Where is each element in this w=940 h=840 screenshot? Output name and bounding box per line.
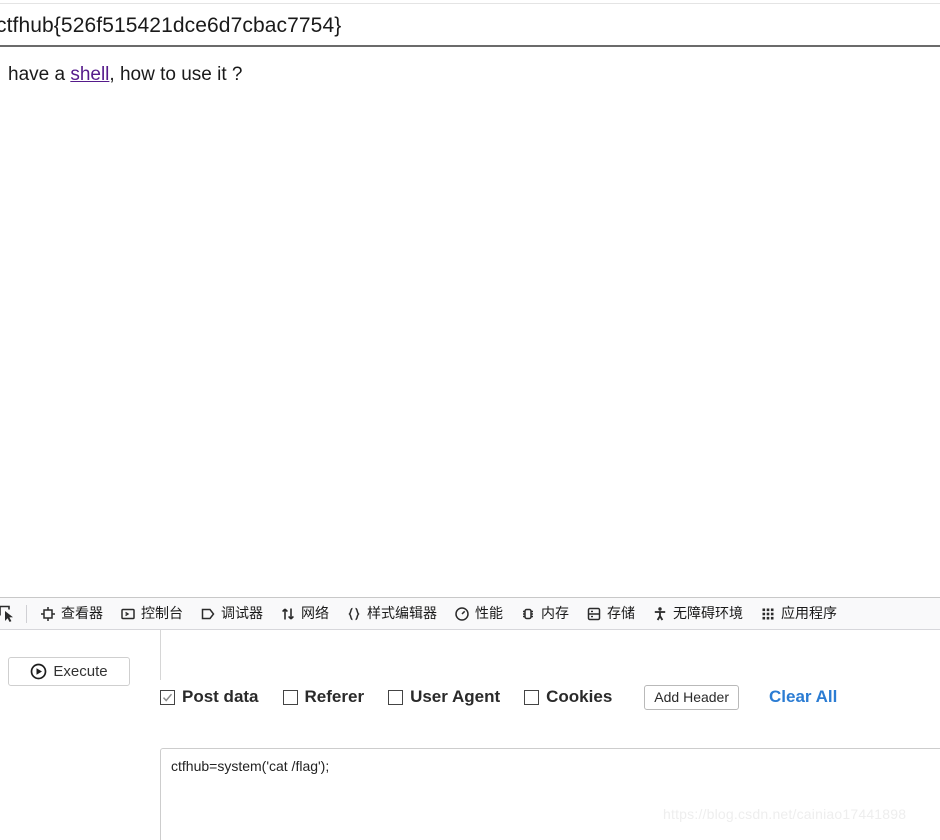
devtools-tab-accessibility[interactable]: 无障碍环境 [643, 599, 751, 629]
inspector-icon [39, 605, 56, 622]
devtools-tab-label: 控制台 [141, 605, 183, 621]
console-icon [119, 605, 136, 622]
clear-all-link[interactable]: Clear All [769, 687, 837, 707]
hackbar-options-row: Post data Referer User Agent Cookies Add… [160, 682, 940, 712]
checkbox-box [282, 689, 298, 705]
toolbar-separator [26, 604, 27, 623]
devtools-tab-label: 查看器 [61, 605, 103, 621]
devtools-tab-inspector[interactable]: 查看器 [31, 599, 111, 629]
application-icon [759, 605, 776, 622]
checkbox-label: User Agent [410, 687, 501, 706]
memory-icon [519, 605, 536, 622]
top-hairline-divider [0, 3, 940, 4]
checkbox-box [160, 689, 175, 705]
devtools-tab-label: 内存 [541, 605, 569, 621]
element-picker-icon[interactable] [0, 599, 22, 629]
devtools-tab-label: 无障碍环境 [673, 605, 743, 621]
devtools-tab-label: 性能 [475, 605, 503, 621]
devtools-tab-toolbar: 查看器 控制台 调试器 网络 样式编辑器 性能 内存 存储 无障碍环境 应用程序 [0, 598, 940, 630]
execute-button[interactable]: Execute [8, 657, 130, 686]
accessibility-icon [651, 605, 668, 622]
checkbox-referer[interactable]: Referer [282, 687, 365, 707]
debugger-icon [199, 605, 216, 622]
add-header-button[interactable]: Add Header [644, 684, 739, 710]
devtools-tab-label: 样式编辑器 [367, 605, 437, 621]
devtools-tab-network[interactable]: 网络 [271, 599, 337, 629]
checkbox-label: Post data [182, 687, 259, 706]
devtools-tab-memory[interactable]: 内存 [511, 599, 577, 629]
devtools-tab-debugger[interactable]: 调试器 [191, 599, 271, 629]
checkbox-box [524, 689, 540, 705]
style-editor-icon [345, 605, 362, 622]
play-circle-icon [30, 663, 47, 680]
devtools-tab-label: 调试器 [221, 605, 263, 621]
performance-icon [453, 605, 470, 622]
devtools-tab-console[interactable]: 控制台 [111, 599, 191, 629]
checkbox-cookies[interactable]: Cookies [524, 687, 612, 707]
checkbox-box [388, 689, 404, 705]
checkbox-user-agent[interactable]: User Agent [388, 687, 500, 707]
checkbox-post-data[interactable]: Post data [160, 687, 259, 707]
devtools-tab-label: 应用程序 [781, 605, 837, 621]
checkbox-label: Referer [304, 687, 365, 706]
devtools-tab-performance[interactable]: 性能 [445, 599, 511, 629]
network-icon [279, 605, 296, 622]
devtools-panel: 查看器 控制台 调试器 网络 样式编辑器 性能 内存 存储 无障碍环境 应用程序… [0, 597, 940, 840]
hackbar-panel: Execute Post data Referer User Agent Coo… [0, 630, 940, 840]
checkbox-label: Cookies [546, 687, 613, 706]
devtools-tab-application[interactable]: 应用程序 [751, 599, 845, 629]
shell-text-after: , how to use it ? [109, 64, 243, 85]
horizontal-rule [0, 45, 940, 47]
execute-button-label: Execute [53, 663, 108, 680]
shell-question-line: have a shell, how to use it ? [8, 61, 242, 89]
flag-output-text: ctfhub{526f515421dce6d7cbac7754} [0, 14, 342, 37]
post-body-textarea[interactable] [160, 748, 940, 840]
storage-icon [585, 605, 602, 622]
devtools-tab-label: 网络 [301, 605, 329, 621]
browser-viewport: ctfhub{526f515421dce6d7cbac7754} have a … [0, 0, 940, 597]
panel-vertical-divider [160, 630, 161, 680]
devtools-tab-label: 存储 [607, 605, 635, 621]
screenshot-root: ctfhub{526f515421dce6d7cbac7754} have a … [0, 0, 940, 840]
shell-text-before: have a [8, 64, 71, 85]
devtools-tab-style-editor[interactable]: 样式编辑器 [337, 599, 445, 629]
devtools-tab-storage[interactable]: 存储 [577, 599, 643, 629]
shell-link[interactable]: shell [70, 64, 109, 85]
